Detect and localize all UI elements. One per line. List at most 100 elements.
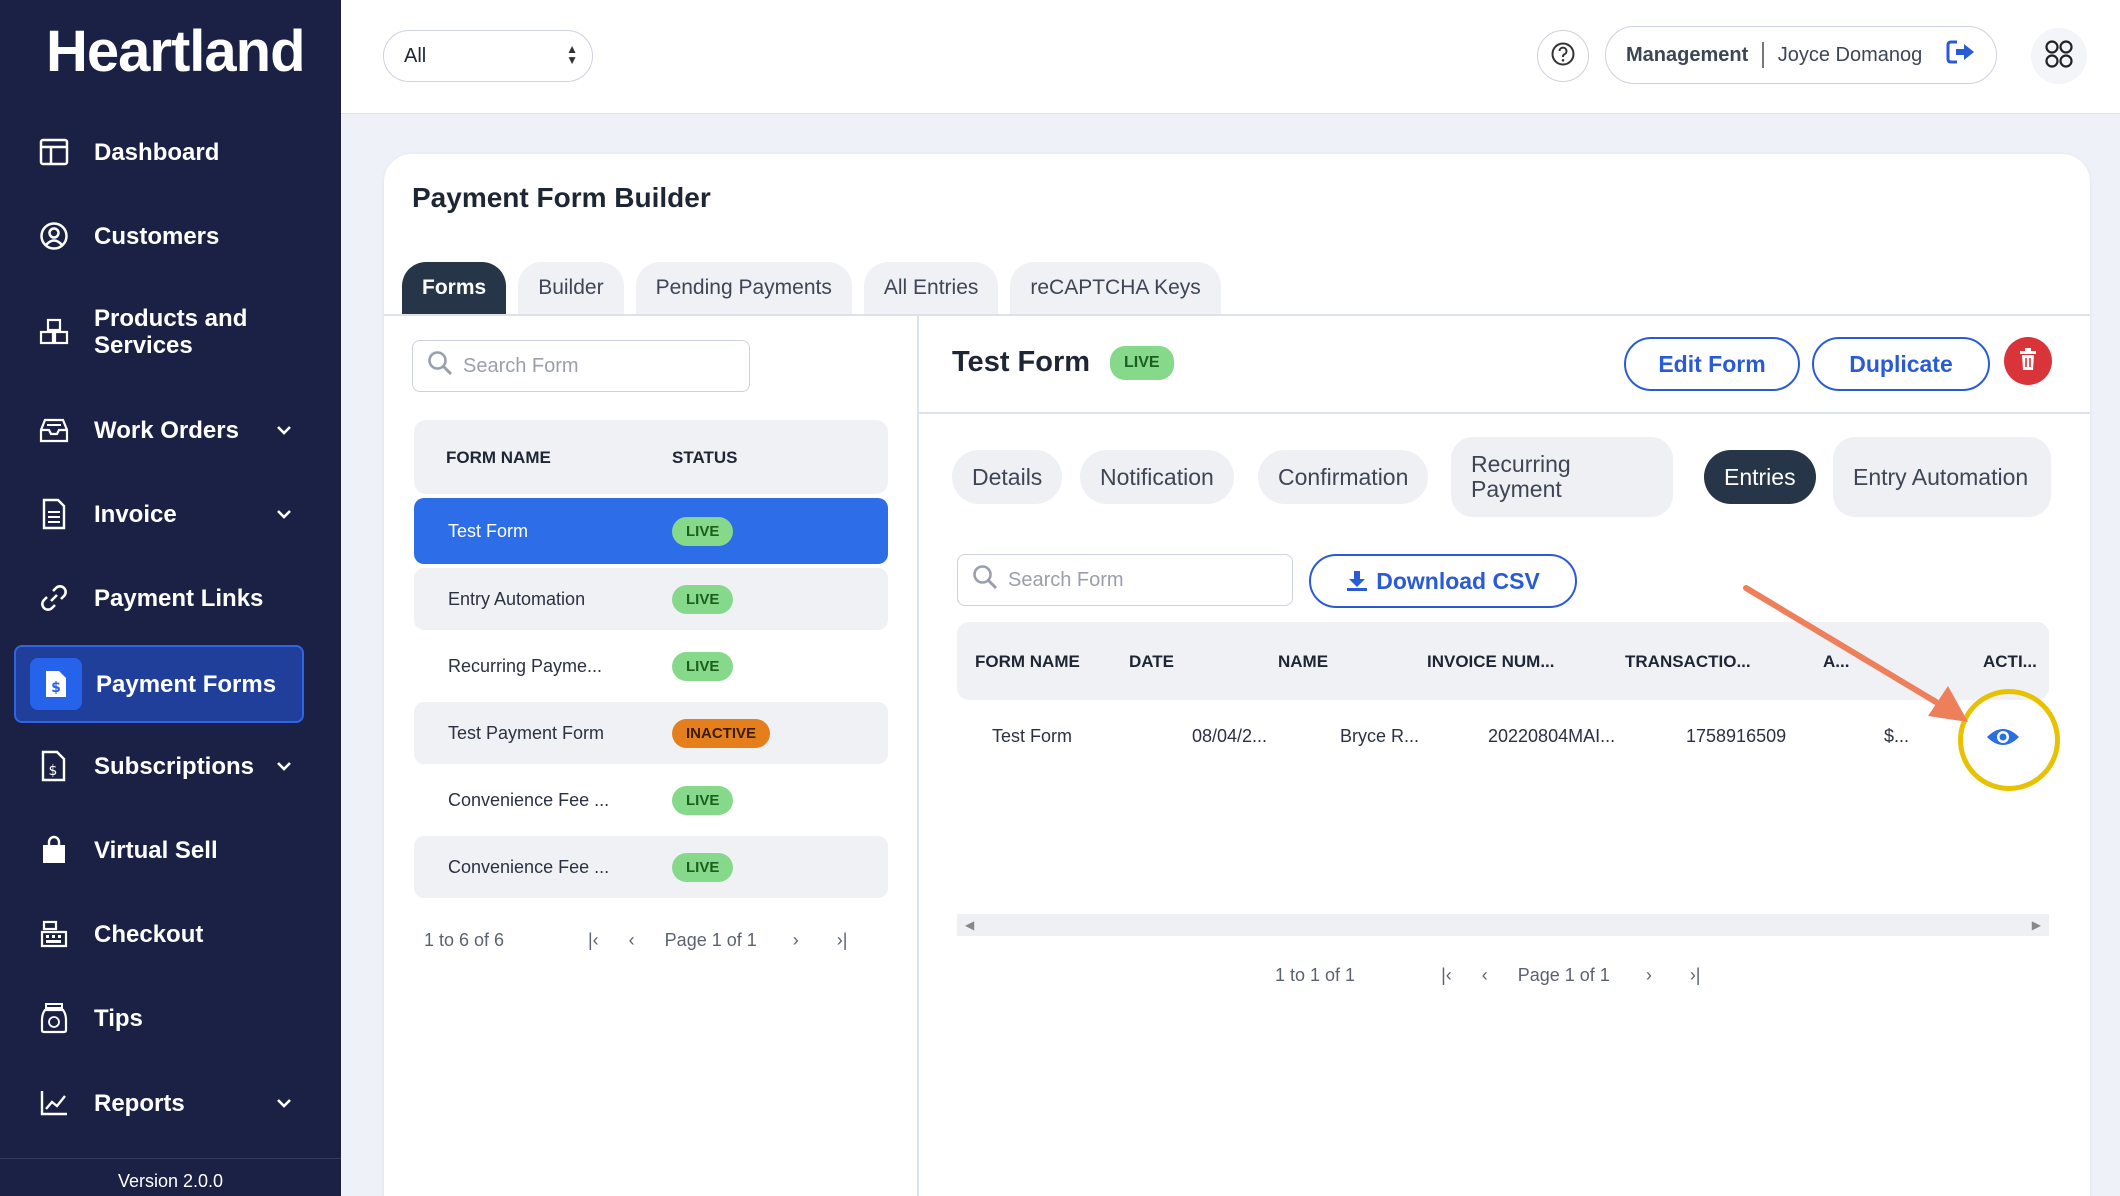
scroll-right-icon[interactable]: ▶ bbox=[2032, 918, 2041, 932]
document-icon bbox=[14, 498, 94, 530]
chevron-down-icon[interactable] bbox=[264, 509, 304, 519]
user-menu[interactable]: Management Joyce Domanog bbox=[1605, 26, 1997, 84]
sidebar-item-invoice[interactable]: Invoice bbox=[14, 476, 304, 552]
help-button[interactable] bbox=[1537, 30, 1589, 82]
tray-icon bbox=[14, 416, 94, 444]
forms-pagination-controls: |‹ ‹ Page 1 of 1 › ›| bbox=[588, 930, 847, 951]
sidebar-item-customers[interactable]: Customers bbox=[14, 198, 304, 274]
subtab-details[interactable]: Details bbox=[952, 450, 1063, 504]
sidebar-item-tips[interactable]: Tips bbox=[14, 980, 304, 1056]
horizontal-scrollbar[interactable]: ◀ ▶ bbox=[957, 914, 2049, 936]
sidebar-item-label: Products and Services bbox=[94, 305, 248, 359]
sidebar-item-reports[interactable]: Reports bbox=[14, 1065, 304, 1141]
next-page-icon[interactable]: › bbox=[1646, 965, 1652, 986]
prev-page-icon[interactable]: ‹ bbox=[629, 930, 635, 951]
subscription-icon: $ bbox=[14, 749, 94, 783]
column-header-date: DATE bbox=[1129, 652, 1175, 671]
subtab-entries[interactable]: Entries bbox=[1704, 450, 1816, 504]
tab-forms[interactable]: Forms bbox=[402, 262, 507, 314]
entries-search[interactable] bbox=[957, 554, 1293, 606]
scroll-left-icon[interactable]: ◀ bbox=[965, 918, 974, 932]
prev-page-icon[interactable]: ‹ bbox=[1482, 965, 1488, 986]
edit-form-button[interactable]: Edit Form bbox=[1624, 337, 1800, 391]
status-badge: LIVE bbox=[672, 852, 734, 882]
user-circle-icon bbox=[14, 221, 94, 251]
table-row[interactable]: Test Payment Form INACTIVE bbox=[414, 702, 888, 764]
sidebar-item-label: Tips bbox=[94, 1004, 143, 1032]
trash-icon bbox=[2018, 347, 2038, 376]
subtab-confirmation[interactable]: Confirmation bbox=[1258, 450, 1429, 504]
subtab-notification[interactable]: Notification bbox=[1080, 450, 1234, 504]
subtab-entry-automation[interactable]: Entry Automation bbox=[1833, 437, 2051, 517]
tip-jar-icon bbox=[14, 1002, 94, 1034]
page-title: Payment Form Builder bbox=[412, 182, 711, 213]
sidebar-item-work-orders[interactable]: Work Orders bbox=[14, 392, 304, 468]
divider bbox=[384, 314, 2090, 316]
forms-table-header: FORM NAME STATUS bbox=[414, 420, 888, 494]
search-icon bbox=[972, 564, 998, 596]
entries-search-input[interactable] bbox=[1008, 568, 1292, 592]
sidebar-item-subscriptions[interactable]: $ Subscriptions bbox=[14, 728, 304, 804]
form-name: Recurring Payme... bbox=[448, 655, 603, 676]
entry-form-name: Test Form bbox=[992, 726, 1073, 746]
forms-search[interactable] bbox=[412, 340, 750, 392]
sidebar-item-label: Checkout bbox=[94, 920, 204, 948]
sidebar-item-checkout[interactable]: Checkout bbox=[14, 896, 304, 972]
table-row[interactable]: Recurring Payme... LIVE bbox=[414, 635, 888, 697]
download-icon bbox=[1346, 570, 1368, 592]
form-detail-title: Test Form bbox=[952, 346, 1091, 378]
duplicate-button[interactable]: Duplicate bbox=[1812, 337, 1990, 391]
divider bbox=[1762, 42, 1764, 68]
divider bbox=[919, 412, 2090, 414]
form-name: Test Payment Form bbox=[448, 722, 605, 743]
first-page-icon[interactable]: |‹ bbox=[1441, 965, 1452, 986]
page-indicator: Page 1 of 1 bbox=[1517, 965, 1610, 985]
dashboard-icon bbox=[14, 138, 94, 166]
sidebar-item-label: Customers bbox=[94, 222, 220, 250]
chevron-down-icon[interactable] bbox=[264, 1098, 304, 1108]
main-tabs: Forms Builder Pending Payments All Entri… bbox=[402, 262, 1221, 314]
status-badge: LIVE bbox=[1110, 346, 1174, 380]
sidebar-item-payment-links[interactable]: Payment Links bbox=[14, 560, 304, 636]
subtab-recurring-payment[interactable]: Recurring Payment bbox=[1451, 437, 1673, 517]
apps-grid-icon bbox=[2044, 39, 2074, 74]
sidebar-item-dashboard[interactable]: Dashboard bbox=[14, 114, 304, 190]
next-page-icon[interactable]: › bbox=[793, 930, 799, 951]
chevron-down-icon[interactable] bbox=[264, 761, 304, 771]
sidebar-item-label: Work Orders bbox=[94, 416, 239, 444]
heartland-logo: Heartland bbox=[46, 19, 306, 84]
download-csv-button[interactable]: Download CSV bbox=[1309, 554, 1577, 608]
sidebar-item-label: Virtual Sell bbox=[94, 836, 218, 864]
sidebar-item-products-and-services[interactable]: Products and Services bbox=[14, 294, 304, 370]
table-row[interactable]: Convenience Fee ... LIVE bbox=[414, 836, 888, 898]
tab-builder[interactable]: Builder bbox=[518, 262, 624, 314]
pagination-range: 1 to 6 of 6 bbox=[424, 930, 505, 950]
form-name: Convenience Fee ... bbox=[448, 856, 610, 877]
tab-recaptcha-keys[interactable]: reCAPTCHA Keys bbox=[1010, 262, 1221, 314]
apps-button[interactable] bbox=[2031, 28, 2087, 84]
table-row[interactable]: Entry Automation LIVE bbox=[414, 568, 888, 630]
form-name: Test Form bbox=[448, 520, 529, 541]
top-bar: All ▲ ▼ Management Joyce Domanog bbox=[341, 0, 2120, 114]
logout-icon[interactable] bbox=[1946, 39, 1976, 71]
sidebar: Heartland Dashboard Customers Products a… bbox=[0, 0, 341, 1196]
register-icon bbox=[14, 919, 94, 949]
download-csv-label: Download CSV bbox=[1376, 567, 1540, 594]
chevron-down-icon[interactable] bbox=[264, 425, 304, 435]
last-page-icon[interactable]: ›| bbox=[1690, 965, 1701, 986]
first-page-icon[interactable]: |‹ bbox=[588, 930, 599, 951]
column-header-status: STATUS bbox=[672, 448, 738, 467]
table-row[interactable]: Convenience Fee ... LIVE bbox=[414, 769, 888, 831]
status-badge: LIVE bbox=[672, 651, 734, 681]
sidebar-item-payment-forms[interactable]: $ Payment Forms bbox=[14, 645, 304, 723]
status-badge: LIVE bbox=[672, 584, 734, 614]
payment-form-icon: $ bbox=[16, 658, 96, 710]
sidebar-item-virtual-sell[interactable]: Virtual Sell bbox=[14, 812, 304, 888]
last-page-icon[interactable]: ›| bbox=[837, 930, 848, 951]
location-select[interactable]: All ▲ ▼ bbox=[383, 30, 593, 82]
delete-button[interactable] bbox=[2004, 337, 2052, 385]
tab-pending-payments[interactable]: Pending Payments bbox=[635, 262, 852, 314]
table-row[interactable]: Test Form LIVE bbox=[414, 498, 888, 564]
tab-all-entries[interactable]: All Entries bbox=[863, 262, 999, 314]
forms-search-input[interactable] bbox=[463, 354, 749, 378]
